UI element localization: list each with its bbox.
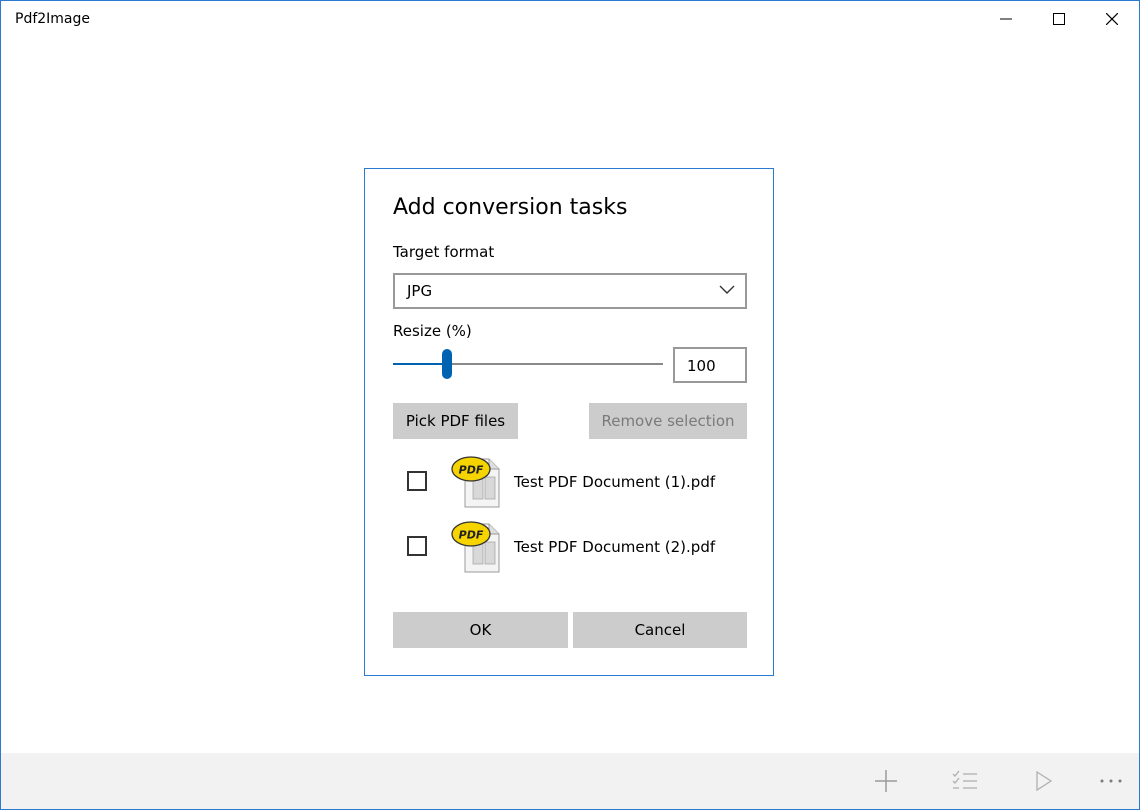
add-button[interactable] — [852, 753, 920, 809]
chevron-down-icon — [719, 285, 735, 294]
target-format-select[interactable]: JPG — [393, 273, 747, 309]
more-button[interactable] — [1077, 753, 1139, 809]
pdf-file-icon: PDF — [451, 456, 500, 508]
remove-selection-button[interactable]: Remove selection — [589, 403, 747, 439]
file-name: Test PDF Document (1).pdf — [514, 473, 716, 491]
target-format-label: Target format — [393, 243, 495, 261]
target-format-value: JPG — [407, 282, 433, 300]
resize-label: Resize (%) — [393, 322, 472, 340]
pdf-file-icon: PDF — [451, 521, 500, 573]
svg-text:PDF: PDF — [459, 529, 484, 542]
cancel-button[interactable]: Cancel — [573, 612, 747, 648]
ok-button[interactable]: OK — [393, 612, 568, 648]
pick-pdf-button[interactable]: Pick PDF files — [393, 403, 518, 439]
file-list-item[interactable]: PDF Test PDF Document (1).pdf — [393, 453, 747, 513]
add-conversion-dialog: Add conversion tasks Target format JPG R… — [364, 168, 774, 676]
file-list-item[interactable]: PDF Test PDF Document (2).pdf — [393, 518, 747, 578]
close-icon — [1106, 13, 1118, 25]
minimize-icon — [1000, 18, 1012, 20]
more-icon — [1100, 779, 1122, 783]
maximize-button[interactable] — [1036, 1, 1082, 37]
resize-slider[interactable] — [393, 349, 663, 379]
play-icon — [1036, 770, 1053, 792]
multi-select-icon — [952, 770, 977, 789]
file-name: Test PDF Document (2).pdf — [514, 538, 716, 556]
file-checkbox[interactable] — [407, 471, 427, 491]
maximize-icon — [1053, 13, 1065, 25]
resize-slider-thumb[interactable] — [442, 349, 452, 379]
svg-text:PDF: PDF — [459, 464, 484, 477]
resize-value-input[interactable]: 100 — [673, 347, 747, 383]
resize-slider-fill — [393, 363, 447, 365]
title-bar[interactable]: Pdf2Image — [1, 1, 1139, 37]
select-button[interactable] — [931, 753, 999, 809]
close-button[interactable] — [1089, 1, 1135, 37]
file-checkbox[interactable] — [407, 536, 427, 556]
app-title: Pdf2Image — [15, 11, 91, 27]
start-button[interactable] — [1010, 753, 1078, 809]
add-icon — [875, 770, 897, 792]
command-bar — [1, 753, 1139, 809]
minimize-button[interactable] — [983, 1, 1029, 37]
dialog-title: Add conversion tasks — [393, 195, 628, 220]
